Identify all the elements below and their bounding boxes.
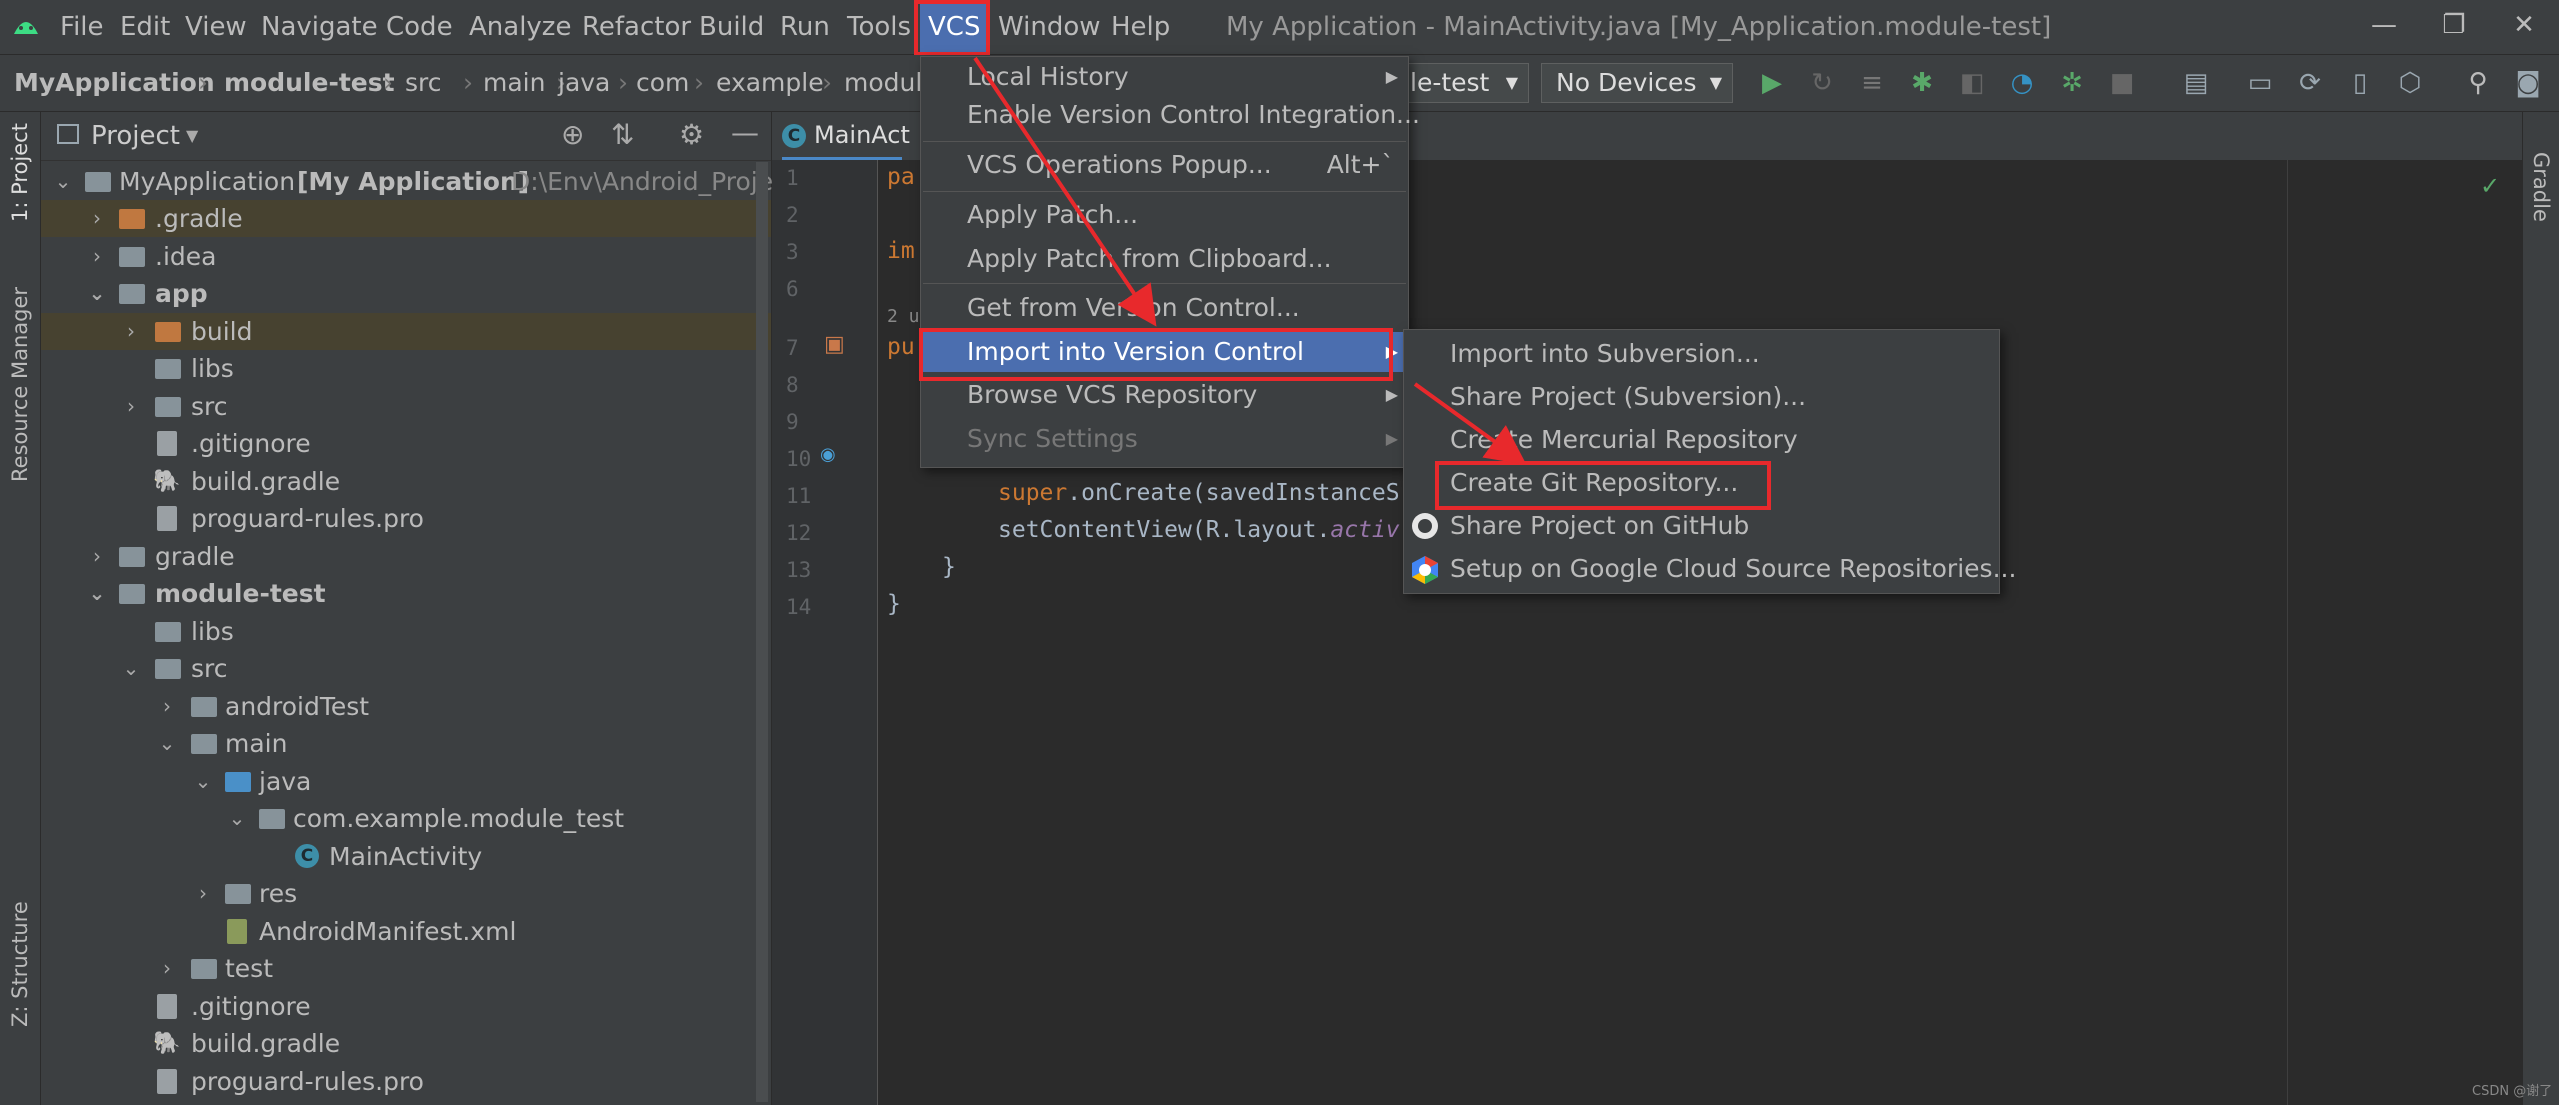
annotation-arrow [973, 56, 1157, 327]
annotation-arrows [973, 56, 1527, 465]
watermark: CSDN @谢了 [2472, 1084, 2553, 1099]
annotation-arrow [1413, 382, 1527, 465]
